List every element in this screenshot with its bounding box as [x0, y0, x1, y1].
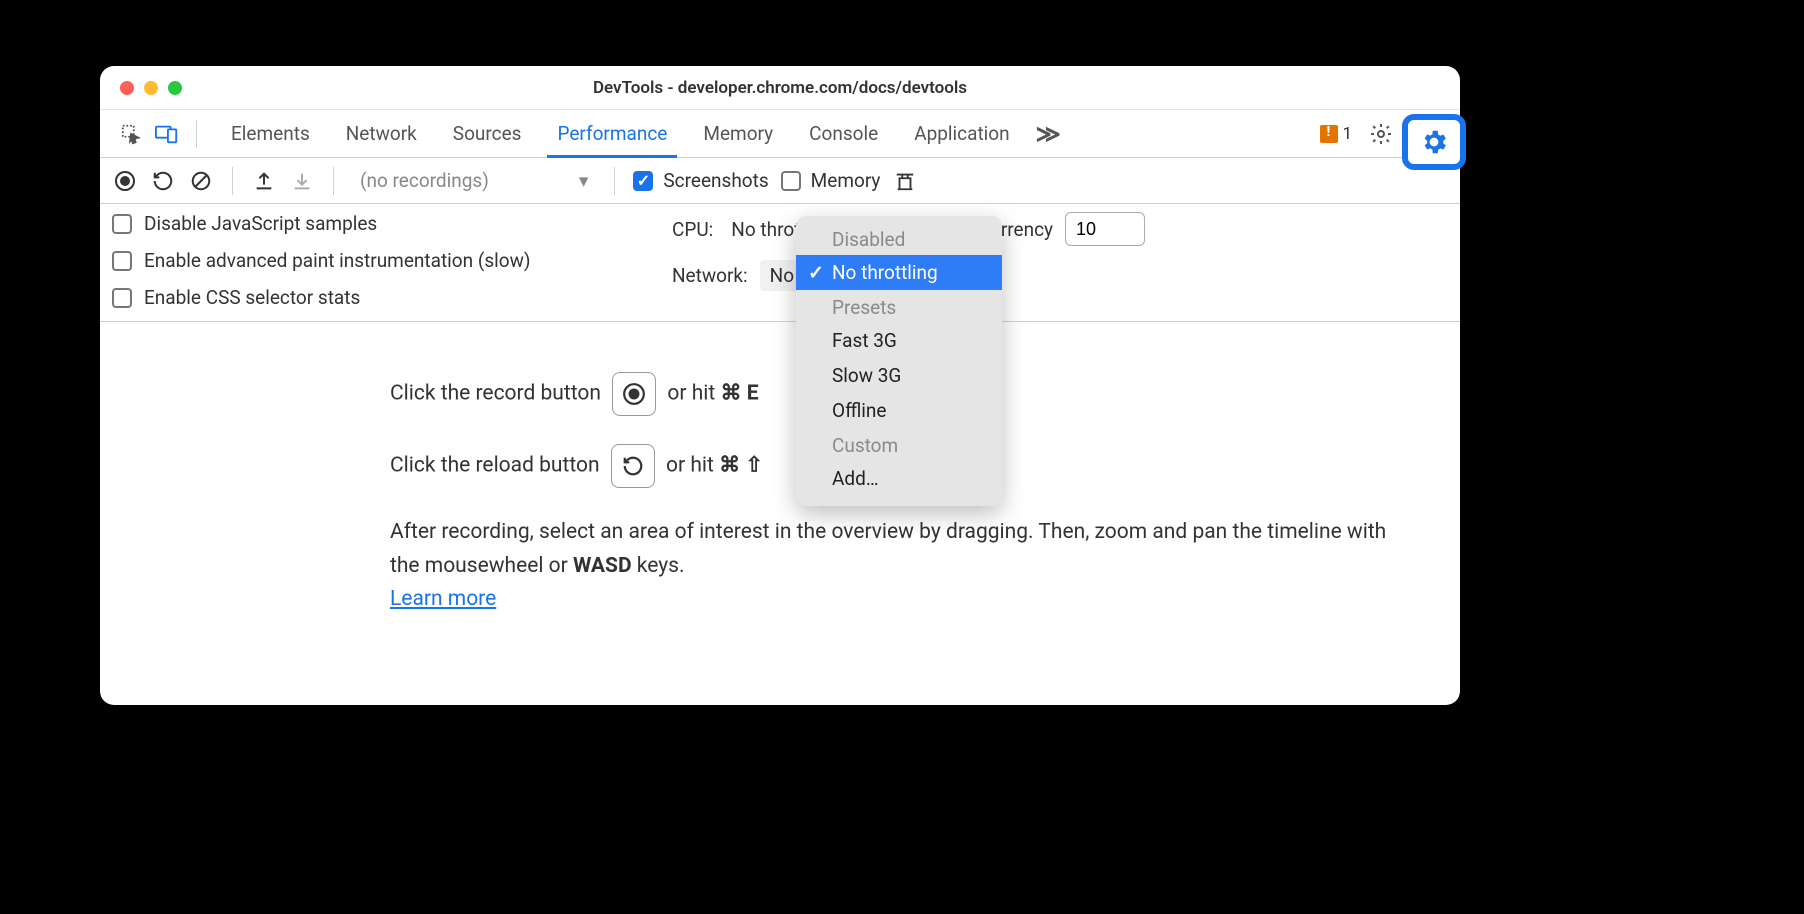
kbd-shortcut: ⌘ E [720, 382, 758, 406]
titlebar: DevTools - developer.chrome.com/docs/dev… [100, 66, 1460, 110]
recordings-label: (no recordings) [360, 169, 489, 192]
close-window-button[interactable] [120, 81, 134, 95]
capture-settings-button[interactable] [1402, 114, 1466, 170]
devtools-window: DevTools - developer.chrome.com/docs/dev… [100, 66, 1460, 705]
instruction-text: Click the reload button [390, 454, 605, 478]
advanced-paint-checkbox[interactable] [112, 251, 132, 271]
disable-js-label: Disable JavaScript samples [144, 212, 377, 235]
instruction-text: keys. [632, 554, 685, 578]
instruction-text: or hit [667, 382, 720, 406]
device-toggle-icon[interactable] [154, 121, 180, 147]
capture-settings-panel: Disable JavaScript samples Enable advanc… [100, 204, 1460, 322]
tab-elements[interactable]: Elements [213, 110, 328, 157]
dropdown-group-custom: Custom [796, 428, 1002, 461]
memory-checkbox[interactable] [781, 171, 801, 191]
screenshots-label: Screenshots [663, 169, 768, 192]
settings-gear-icon[interactable] [1368, 121, 1394, 147]
disable-js-checkbox[interactable] [112, 214, 132, 234]
instruction-text: or hit [666, 454, 719, 478]
dropdown-item-fast-3g[interactable]: Fast 3G [796, 323, 1002, 358]
record-icon [612, 372, 656, 416]
screenshots-checkbox[interactable] [633, 171, 653, 191]
network-throttling-dropdown: Disabled No throttling Presets Fast 3G S… [796, 216, 1002, 506]
dropdown-item-slow-3g[interactable]: Slow 3G [796, 358, 1002, 393]
css-selector-label: Enable CSS selector stats [144, 286, 360, 309]
performance-toolbar: (no recordings) ▾ Screenshots Memory [100, 158, 1460, 204]
warning-icon [1320, 125, 1338, 143]
dropdown-item-no-throttling[interactable]: No throttling [796, 255, 1002, 290]
reload-icon [611, 444, 655, 488]
minimize-window-button[interactable] [144, 81, 158, 95]
traffic-lights [120, 81, 182, 95]
network-label: Network: [672, 264, 748, 287]
window-title: DevTools - developer.chrome.com/docs/dev… [100, 78, 1460, 98]
memory-label: Memory [811, 169, 881, 192]
reload-record-button[interactable] [150, 168, 176, 194]
tabs-overflow[interactable]: ≫ [1028, 110, 1069, 157]
dropdown-item-add[interactable]: Add… [796, 461, 1002, 496]
tab-sources[interactable]: Sources [435, 110, 540, 157]
kbd-shortcut: ⌘ ⇧ [719, 454, 763, 478]
hardware-concurrency-input[interactable] [1065, 212, 1145, 246]
learn-more-link[interactable]: Learn more [390, 587, 496, 611]
dropdown-item-offline[interactable]: Offline [796, 393, 1002, 428]
tab-application[interactable]: Application [896, 110, 1027, 157]
instructions: Click the record button or hit ⌘ E _____… [100, 322, 1460, 705]
instruction-text: After recording, select an area of inter… [390, 520, 1386, 578]
download-profile-button[interactable] [289, 168, 315, 194]
tab-network[interactable]: Network [328, 110, 435, 157]
tab-memory[interactable]: Memory [685, 110, 791, 157]
instruction-text: Click the record button [390, 382, 606, 406]
divider [196, 120, 197, 148]
chevron-down-icon: ▾ [579, 169, 589, 192]
cpu-label: CPU: [672, 218, 713, 241]
upload-profile-button[interactable] [251, 168, 277, 194]
clear-button[interactable] [188, 168, 214, 194]
maximize-window-button[interactable] [168, 81, 182, 95]
cpu-select[interactable]: No thrott [725, 218, 806, 241]
dropdown-group-presets: Presets [796, 290, 1002, 323]
tabs-bar: Elements Network Sources Performance Mem… [100, 110, 1460, 158]
tab-performance[interactable]: Performance [539, 110, 685, 157]
divider [614, 167, 615, 195]
divider [333, 167, 334, 195]
dropdown-group-disabled: Disabled [796, 222, 1002, 255]
collect-garbage-button[interactable] [892, 168, 918, 194]
wasd-text: WASD [573, 554, 632, 578]
recordings-select[interactable]: (no recordings) ▾ [352, 169, 596, 192]
issues-count: 1 [1342, 124, 1352, 144]
record-button[interactable] [112, 168, 138, 194]
css-selector-checkbox[interactable] [112, 288, 132, 308]
inspect-icon[interactable] [118, 121, 144, 147]
advanced-paint-label: Enable advanced paint instrumentation (s… [144, 249, 531, 272]
divider [232, 167, 233, 195]
tab-console[interactable]: Console [791, 110, 896, 157]
issues-badge[interactable]: 1 [1320, 124, 1352, 144]
